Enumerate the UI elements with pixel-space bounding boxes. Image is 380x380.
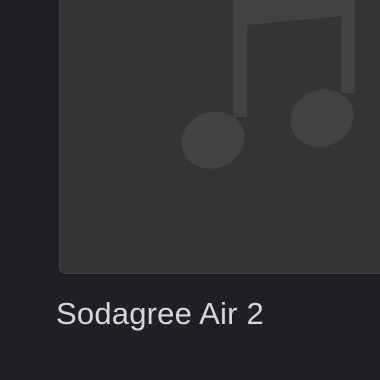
album-artwork-placeholder[interactable]	[59, 0, 380, 274]
album-title[interactable]: Sodagree Air 2	[56, 294, 264, 334]
album-grid-item[interactable]: Sodagree Air 2	[0, 0, 380, 380]
music-note-icon	[60, 0, 380, 273]
